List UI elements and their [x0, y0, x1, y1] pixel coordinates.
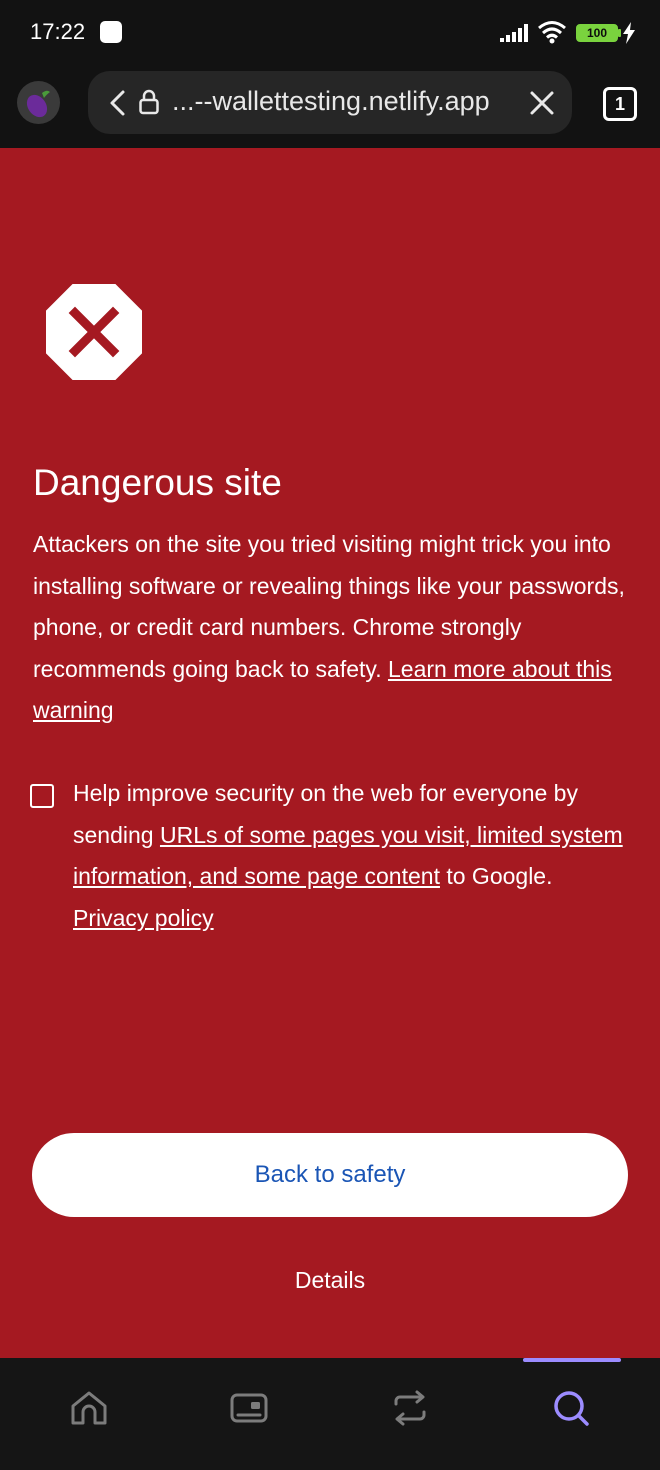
search-icon[interactable]: [551, 1388, 591, 1428]
opt-in-mid: to Google.: [446, 863, 553, 889]
safe-browsing-interstitial: Dangerous site Attackers on the site you…: [0, 148, 660, 1358]
page-title: Dangerous site: [33, 462, 282, 503]
profile-avatar[interactable]: [17, 81, 60, 124]
back-to-safety-button[interactable]: Back to safety: [32, 1133, 628, 1217]
danger-octagon-icon: [46, 284, 142, 380]
browser-toolbar: ...--wallettesting.netlify.app 1: [0, 64, 660, 148]
url-text[interactable]: ...--wallettesting.netlify.app: [172, 86, 490, 117]
battery-icon: 100: [576, 24, 618, 42]
battery-nub: [618, 29, 621, 37]
bottom-navigation: [0, 1358, 660, 1470]
charging-icon: [623, 22, 635, 44]
status-bar: 17:22 100: [0, 0, 660, 64]
swap-icon[interactable]: [390, 1388, 430, 1428]
security-report-text: Help improve security on the web for eve…: [73, 773, 633, 939]
tab-switcher-button[interactable]: 1: [603, 87, 637, 121]
eggplant-icon: [26, 90, 50, 118]
close-icon[interactable]: [528, 89, 556, 117]
active-tab-indicator: [523, 1358, 621, 1362]
status-time: 17:22: [30, 19, 86, 44]
home-icon[interactable]: [69, 1388, 109, 1428]
address-bar[interactable]: ...--wallettesting.netlify.app: [88, 71, 572, 134]
wifi-icon: [538, 21, 566, 44]
signal-icon: [500, 24, 528, 42]
notification-icon: [100, 21, 122, 43]
back-arrow-icon[interactable]: [106, 89, 130, 117]
warning-description: Attackers on the site you tried visiting…: [33, 524, 633, 732]
lock-icon[interactable]: [138, 89, 160, 115]
privacy-policy-link[interactable]: Privacy policy: [73, 905, 214, 931]
security-report-checkbox[interactable]: [30, 784, 54, 808]
wallet-icon[interactable]: [229, 1388, 269, 1428]
details-button[interactable]: Details: [230, 1258, 430, 1302]
battery-level: 100: [586, 26, 608, 40]
